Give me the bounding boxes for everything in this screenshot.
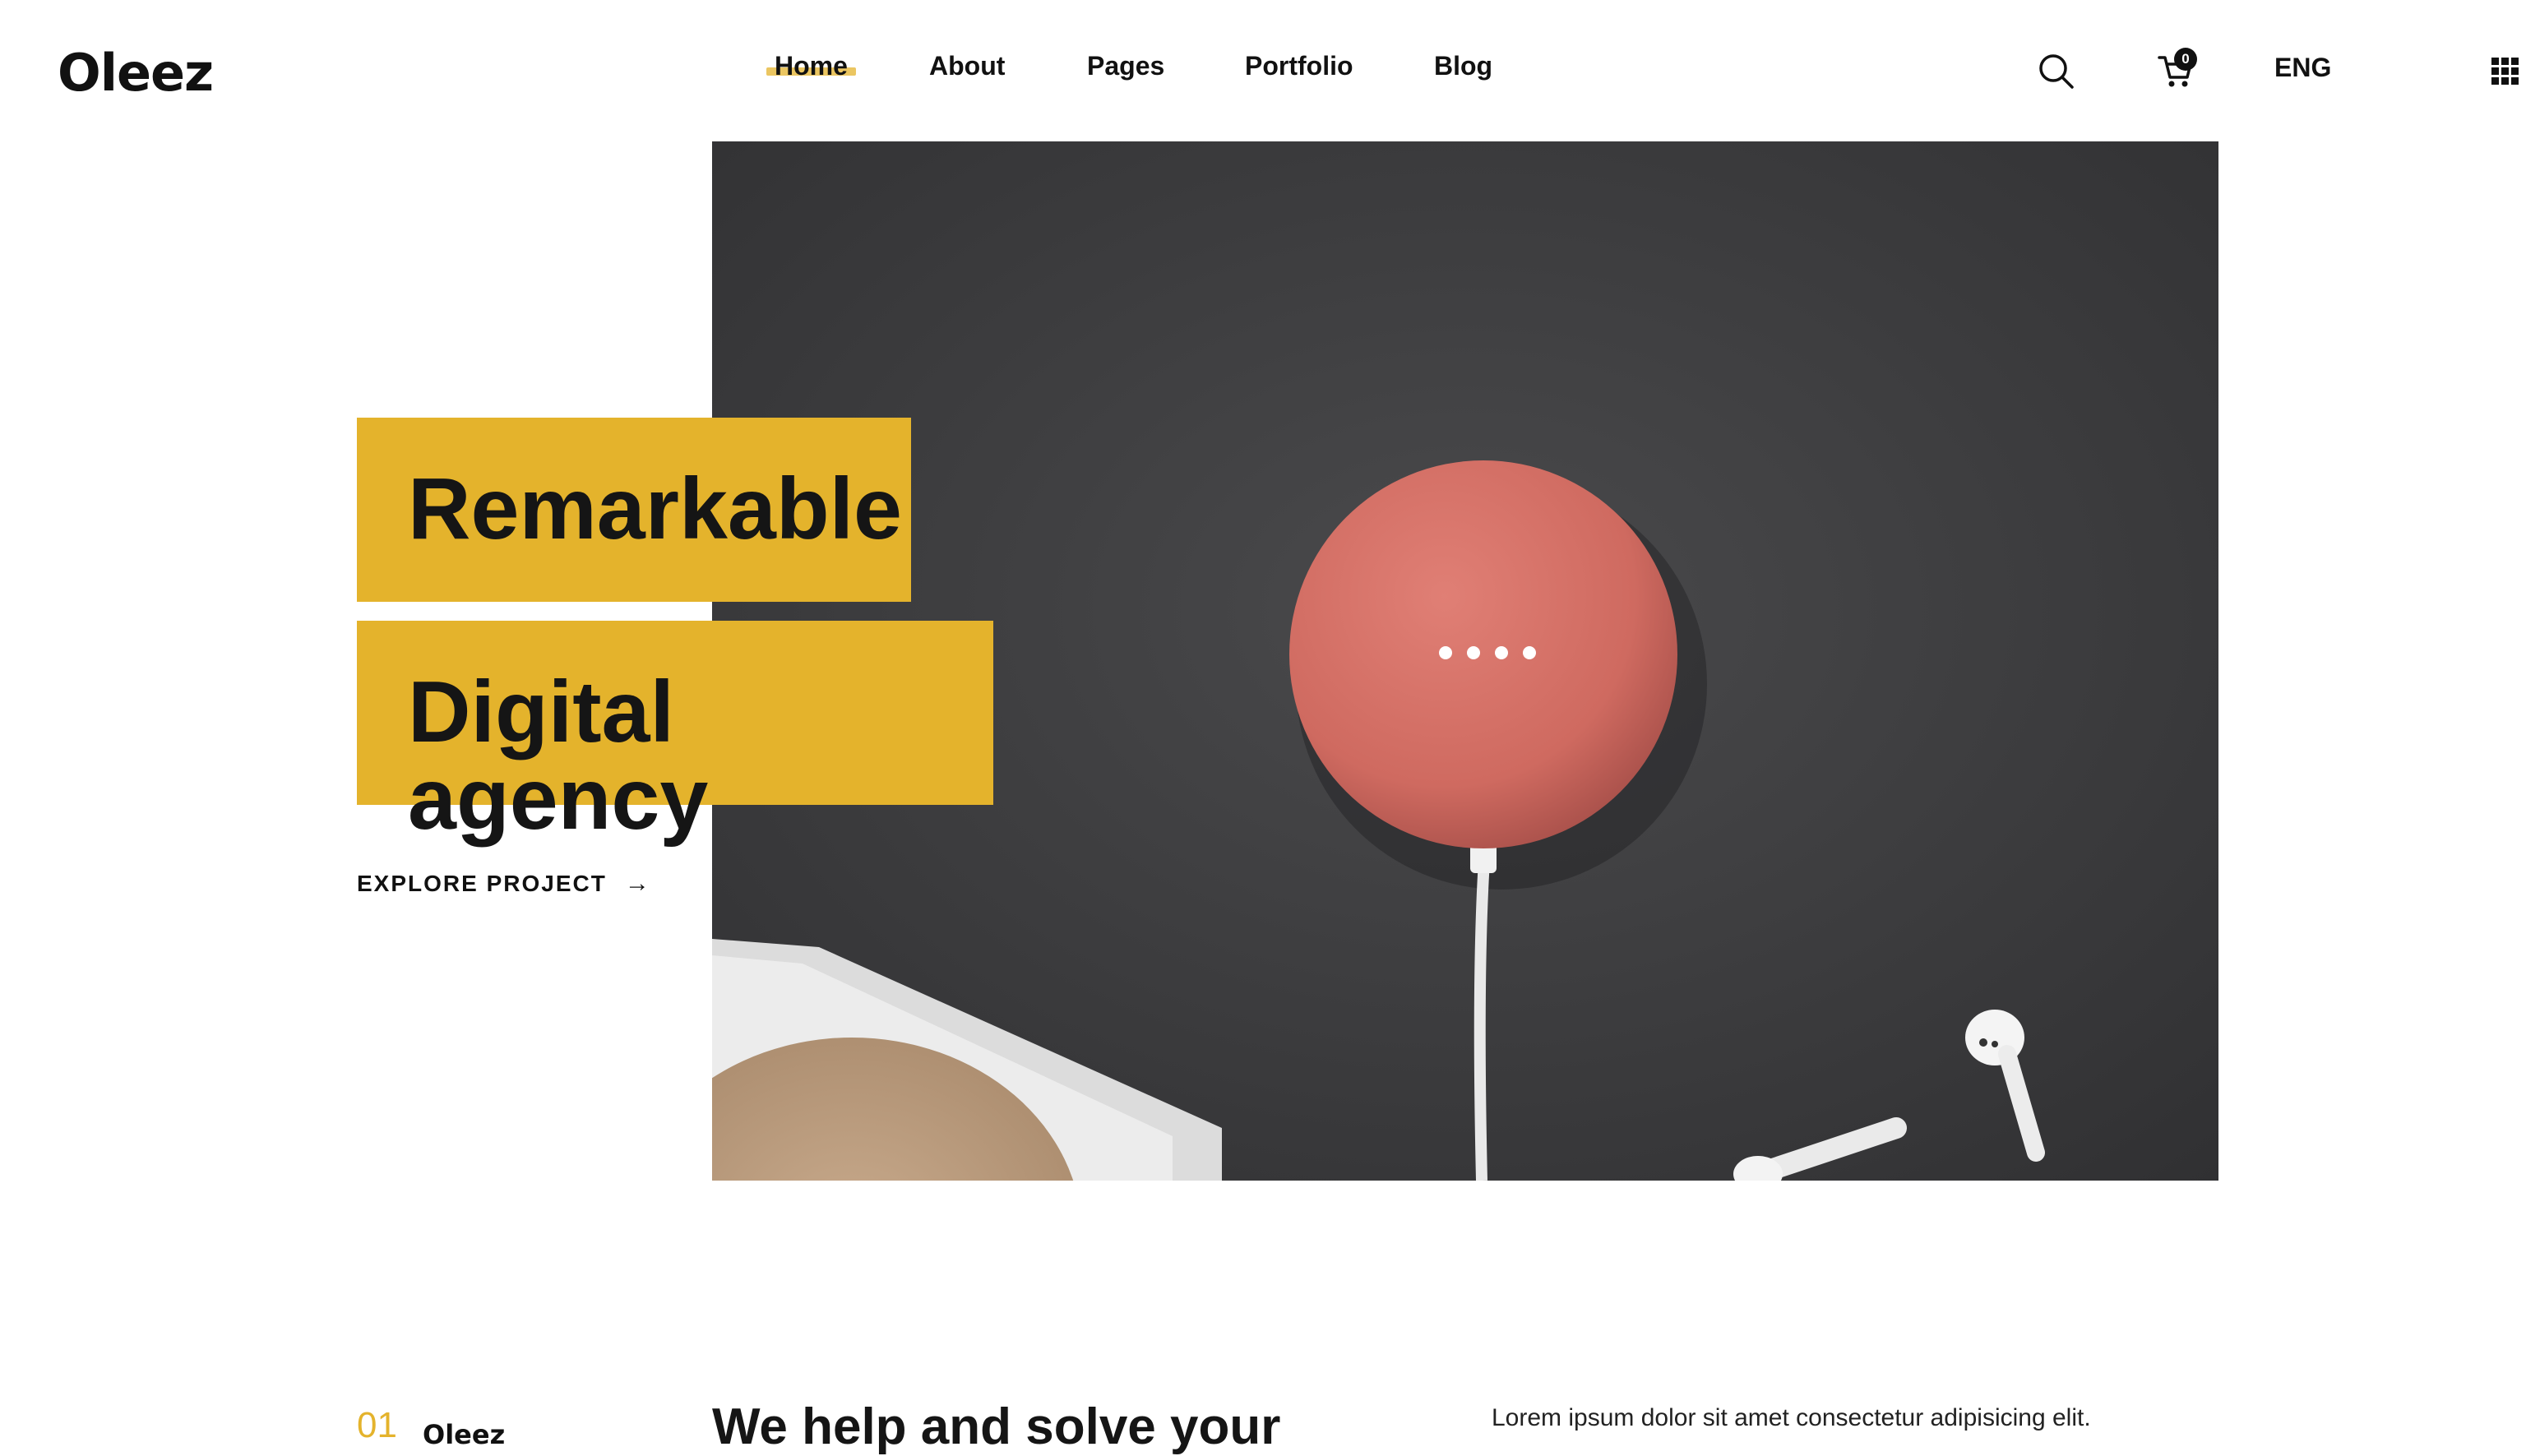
section-number: 01 bbox=[357, 1405, 397, 1445]
nav-home-label: Home bbox=[775, 51, 848, 81]
logo[interactable]: Oleez bbox=[58, 43, 214, 103]
arrow-right-icon: → bbox=[624, 870, 650, 897]
section-brand: Oleez bbox=[423, 1419, 506, 1450]
nav-blog-label: Blog bbox=[1434, 51, 1493, 81]
nav-home[interactable]: Home bbox=[766, 51, 856, 81]
nav-blog[interactable]: Blog bbox=[1434, 51, 1492, 81]
search-icon[interactable] bbox=[2036, 51, 2077, 92]
nav-pages-label: Pages bbox=[1087, 51, 1165, 81]
cart-count-badge: 0 bbox=[2174, 48, 2197, 71]
hero-title-line1: Remarkable bbox=[357, 418, 911, 602]
explore-project-link[interactable]: EXPLORE PROJECT → bbox=[357, 870, 650, 898]
hero-title-line2: Digital agency bbox=[357, 621, 993, 843]
nav-portfolio-label: Portfolio bbox=[1245, 51, 1353, 81]
nav-about-label: About bbox=[929, 51, 1006, 81]
section-text: Lorem ipsum dolor sit amet consectetur a… bbox=[1492, 1404, 2091, 1431]
language-selector[interactable]: ENG bbox=[2274, 53, 2331, 83]
explore-project-label: EXPLORE PROJECT bbox=[357, 871, 607, 896]
nav-pages[interactable]: Pages bbox=[1087, 51, 1164, 81]
section-heading: We help and solve your bbox=[712, 1398, 1281, 1455]
nav-about[interactable]: About bbox=[929, 51, 1005, 81]
grid-menu-icon[interactable] bbox=[2491, 58, 2519, 86]
nav-portfolio[interactable]: Portfolio bbox=[1245, 51, 1353, 81]
